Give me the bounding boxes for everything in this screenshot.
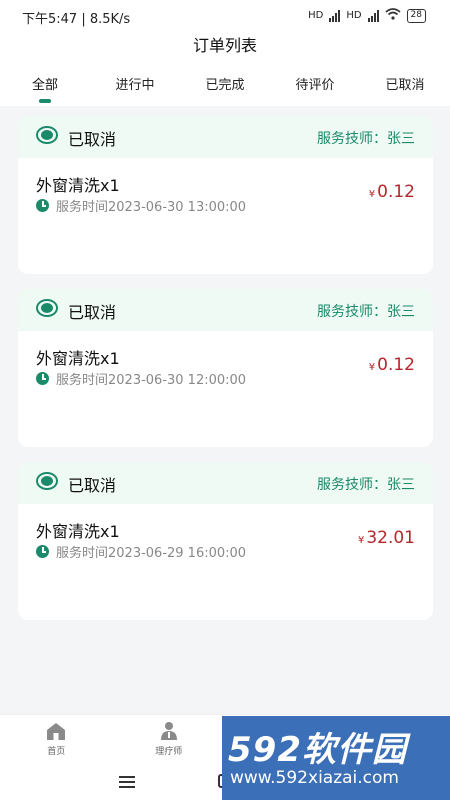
order-card[interactable]: 已取消 服务技师：张三 外窗清洗x1 服务时间2023-06-30 12:00:… [18,289,433,447]
status-icons: HD HD 28 [308,8,426,23]
order-price: ¥0.12 [369,355,415,375]
technician-label: 服务技师：张三 [317,477,415,493]
price-value: 0.12 [377,355,415,375]
technician-label: 服务技师：张三 [317,131,415,147]
nav-home[interactable]: 首页 [0,715,113,766]
page-header: 订单列表 [0,32,450,64]
service-name: 外窗清洗x1 [36,522,120,541]
service-name: 外窗清洗x1 [36,349,120,368]
price-value: 32.01 [366,528,415,548]
watermark: 592软件园 www.592xiazai.com [222,716,450,800]
clock-icon [36,545,49,558]
status-time: 下午5:47 | 8.5K/s [22,12,131,27]
order-price: ¥32.01 [358,528,415,548]
currency-symbol: ¥ [368,189,376,200]
service-time: 服务时间2023-06-30 12:00:00 [36,369,246,388]
tab-all[interactable]: 全部 [0,64,90,106]
watermark-logo: 592软件园 [228,730,407,770]
order-card[interactable]: 已取消 服务技师：张三 外窗清洗x1 服务时间2023-06-29 16:00:… [18,462,433,620]
page-title: 订单列表 [192,36,257,55]
watermark-url: www.592xiazai.com [230,768,399,788]
status-indicator-icon [36,472,58,490]
hd-label-2: HD [346,10,362,21]
wifi-icon [385,8,401,23]
tab-in-progress[interactable]: 进行中 [90,64,180,106]
person-icon [160,722,177,740]
service-time: 服务时间2023-06-29 16:00:00 [36,542,246,561]
price-value: 0.12 [377,182,415,202]
service-time-text: 服务时间2023-06-30 12:00:00 [56,373,247,388]
order-tabs: 全部 进行中 已完成 待评价 已取消 [0,64,450,106]
hd-label-1: HD [308,10,324,21]
currency-symbol: ¥ [368,362,376,373]
nav-therapist[interactable]: 理疗师 [113,715,226,766]
order-card-header: 已取消 服务技师：张三 [18,289,433,331]
order-price: ¥0.12 [369,182,415,202]
tab-cancelled[interactable]: 已取消 [360,64,450,106]
nav-therapist-label: 理疗师 [155,747,183,757]
order-card[interactable]: 已取消 服务技师：张三 外窗清洗x1 服务时间2023-06-30 13:00:… [18,116,433,274]
nav-home-label: 首页 [47,747,66,757]
signal-icon [329,9,341,22]
menu-icon[interactable] [119,776,135,791]
order-card-header: 已取消 服务技师：张三 [18,116,433,158]
clock-icon [36,199,49,212]
order-status: 已取消 [68,130,117,149]
order-status: 已取消 [68,303,117,322]
status-indicator-icon [36,126,58,144]
service-time: 服务时间2023-06-30 13:00:00 [36,196,246,215]
home-icon [47,723,66,740]
status-bar: 下午5:47 | 8.5K/s HD HD 28 [0,0,450,32]
order-status: 已取消 [68,476,117,495]
tab-completed[interactable]: 已完成 [180,64,270,106]
tab-to-review[interactable]: 待评价 [270,64,360,106]
status-indicator-icon [36,299,58,317]
currency-symbol: ¥ [357,535,365,546]
technician-label: 服务技师：张三 [317,304,415,320]
order-card-header: 已取消 服务技师：张三 [18,462,433,504]
battery-icon: 28 [406,8,426,23]
clock-icon [36,372,49,385]
service-name: 外窗清洗x1 [36,176,120,195]
service-time-text: 服务时间2023-06-29 16:00:00 [56,546,247,561]
signal-icon-2 [367,9,379,22]
service-time-text: 服务时间2023-06-30 13:00:00 [56,200,247,215]
